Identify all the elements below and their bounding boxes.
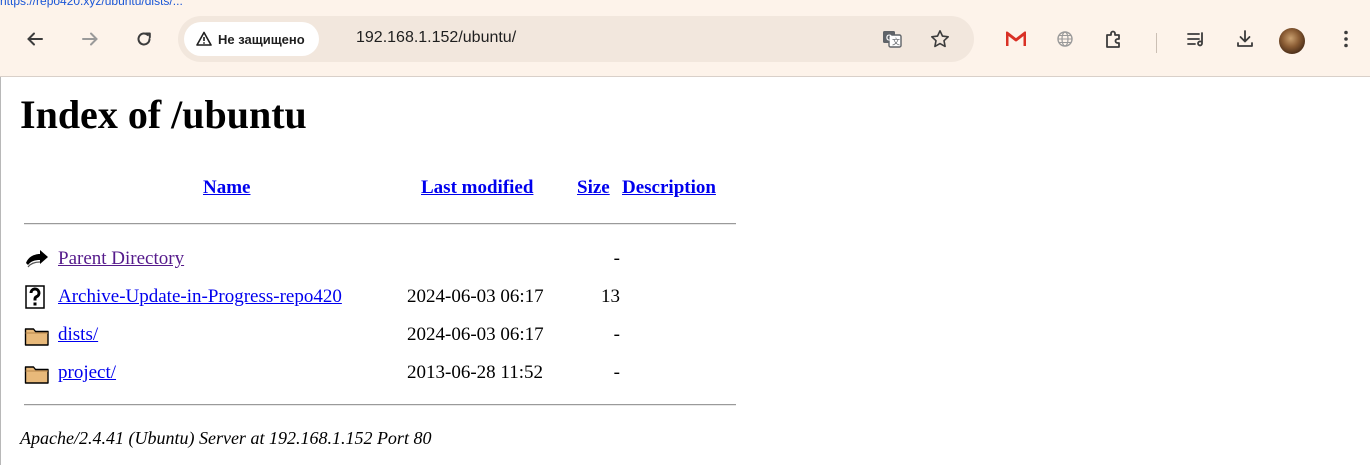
translate-icon: G文 (883, 31, 902, 48)
bookmark-button[interactable] (926, 25, 954, 53)
back-button[interactable] (18, 22, 52, 56)
column-header-size[interactable]: Size (577, 177, 610, 199)
download-button[interactable] (1229, 22, 1261, 56)
list-item: project/ 2013-06-28 11:52 - (0, 359, 740, 389)
list-item-size: - (613, 248, 620, 269)
svg-text:文: 文 (892, 37, 900, 47)
list-item-size: - (613, 324, 620, 345)
list-item: Parent Directory - (0, 245, 740, 275)
page-title: Index of /ubuntu (20, 92, 307, 137)
security-label: Не защищено (218, 31, 305, 47)
toolbar-separator (1156, 33, 1157, 53)
unknown-file-icon (25, 285, 45, 309)
list-item-link[interactable]: Parent Directory (58, 248, 184, 270)
folder-icon (24, 328, 49, 346)
reload-button[interactable] (127, 22, 161, 56)
warning-triangle-icon (196, 31, 212, 46)
list-item-date: 2013-06-28 11:52 (407, 362, 543, 383)
gmail-icon (1006, 31, 1026, 46)
forward-button[interactable] (73, 22, 107, 56)
list-item-date: 2024-06-03 06:17 (407, 324, 544, 345)
column-header-name[interactable]: Name (203, 177, 250, 199)
top-strip: https://repo420.xyz/ubuntu/dists/... (0, 0, 1370, 8)
browser-toolbar: Не защищено 192.168.1.152/ubuntu/ G文 (0, 8, 1370, 77)
server-signature: Apache/2.4.41 (Ubuntu) Server at 192.168… (20, 428, 432, 448)
folder-icon (24, 366, 49, 384)
arrow-left-icon (27, 32, 43, 46)
avatar[interactable] (1279, 28, 1305, 54)
status-link[interactable]: https://repo420.xyz/ubuntu/dists/... (0, 0, 510, 8)
reload-icon (137, 32, 151, 46)
column-header-last-modified[interactable]: Last modified (421, 177, 533, 199)
translate-button[interactable]: G文 (878, 25, 906, 53)
list-item-link[interactable]: dists/ (58, 324, 98, 346)
column-header-description[interactable]: Description (622, 177, 716, 199)
list-item-link[interactable]: Archive-Update-in-Progress-repo420 (58, 286, 342, 308)
list-item-size: - (613, 362, 620, 383)
puzzle-icon (1106, 30, 1120, 48)
list-item: Archive-Update-in-Progress-repo420 2024-… (0, 283, 740, 313)
reading-list-button[interactable] (1180, 22, 1212, 56)
address-bar[interactable]: Не защищено 192.168.1.152/ubuntu/ G文 (178, 16, 974, 62)
gmail-extension[interactable] (1000, 22, 1032, 56)
back-arrow-icon (26, 250, 48, 268)
page-content: Index of /ubuntu Name Last modified Size… (0, 77, 1370, 465)
divider-top (24, 223, 736, 225)
extensions-button[interactable] (1098, 22, 1130, 56)
divider-bottom (24, 404, 736, 406)
star-icon (931, 30, 949, 48)
url-text[interactable]: 192.168.1.152/ubuntu/ (356, 29, 516, 47)
list-item-link[interactable]: project/ (58, 362, 116, 384)
arrow-right-icon (82, 32, 98, 46)
kebab-menu-icon (1344, 30, 1348, 48)
globe-icon (1057, 31, 1073, 47)
menu-button[interactable] (1330, 22, 1362, 56)
list-item-size: 13 (601, 286, 620, 307)
reading-list-icon (1187, 32, 1203, 47)
list-item-date: 2024-06-03 06:17 (407, 286, 544, 307)
globe-extension[interactable] (1049, 22, 1081, 56)
download-icon (1237, 30, 1253, 47)
list-item: dists/ 2024-06-03 06:17 - (0, 321, 740, 351)
security-chip[interactable]: Не защищено (184, 22, 319, 56)
